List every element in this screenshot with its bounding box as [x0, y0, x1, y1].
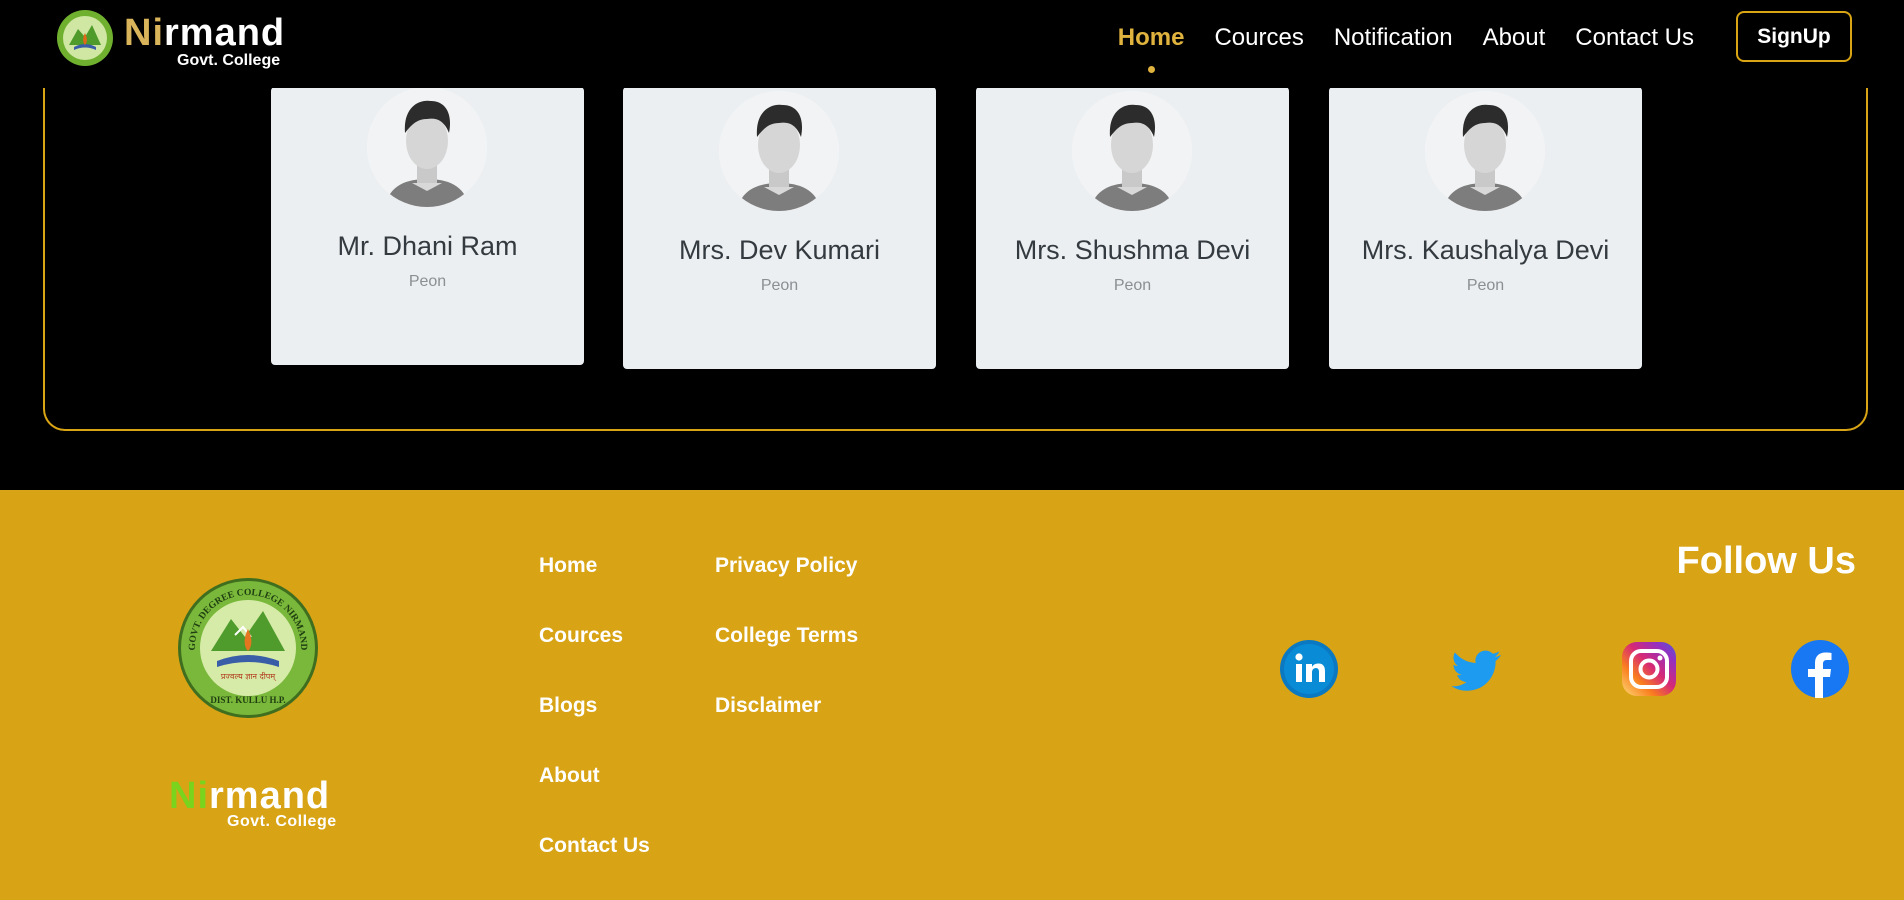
- facebook-icon[interactable]: [1790, 639, 1850, 699]
- staff-name: Mrs. Shushma Devi: [1014, 235, 1251, 265]
- staff-name: Mrs. Kaushalya Devi: [1361, 235, 1610, 265]
- footer-link-contact-us[interactable]: Contact Us: [539, 834, 650, 858]
- footer-brand-suffix: rmand: [209, 775, 331, 817]
- nav-contact-us[interactable]: Contact Us: [1560, 22, 1709, 62]
- person-placeholder-icon: [367, 87, 487, 207]
- staff-card: Mr. Dhani Ram Peon: [271, 87, 584, 365]
- college-seal-icon: [57, 10, 113, 66]
- site-header: Nirmand Govt. College Home Cources Notif…: [0, 0, 1904, 88]
- follow-us-title: Follow Us: [1676, 540, 1856, 582]
- footer-brand-subtitle: Govt. College: [227, 813, 337, 830]
- footer-link-blogs[interactable]: Blogs: [539, 694, 597, 718]
- avatar: [719, 91, 839, 211]
- avatar: [367, 87, 487, 207]
- nav-notification[interactable]: Notification: [1319, 22, 1468, 62]
- brand-prefix: Ni: [124, 12, 164, 54]
- footer-link-privacy-policy[interactable]: Privacy Policy: [715, 554, 857, 578]
- avatar: [1072, 91, 1192, 211]
- footer-link-college-terms[interactable]: College Terms: [715, 624, 858, 648]
- signup-button[interactable]: SignUp: [1736, 11, 1852, 62]
- staff-name: Mrs. Dev Kumari: [678, 235, 881, 265]
- staff-card: Mrs. Shushma Devi Peon: [976, 87, 1289, 369]
- person-placeholder-icon: [1072, 91, 1192, 211]
- twitter-icon[interactable]: [1449, 639, 1509, 699]
- footer-link-about[interactable]: About: [539, 764, 600, 788]
- person-placeholder-icon: [1425, 91, 1545, 211]
- staff-card: Mrs. Kaushalya Devi Peon: [1329, 87, 1642, 369]
- staff-role: Peon: [1113, 277, 1152, 294]
- site-footer: GOVT. DEGREE COLLEGE NIRMAND प्रज्वल्य ज…: [0, 490, 1904, 900]
- footer-link-cources[interactable]: Cources: [539, 624, 623, 648]
- brand-suffix: rmand: [164, 12, 286, 54]
- staff-role: Peon: [1466, 277, 1505, 294]
- brand-name: Nirmand: [124, 13, 285, 53]
- footer-brand-prefix: Ni: [169, 775, 209, 817]
- college-seal-icon: GOVT. DEGREE COLLEGE NIRMAND प्रज्वल्य ज…: [178, 578, 318, 718]
- avatar: [1425, 91, 1545, 211]
- main-nav: Home Cources Notification About Contact …: [1103, 22, 1709, 73]
- nav-about[interactable]: About: [1468, 22, 1561, 62]
- header-logo[interactable]: Nirmand Govt. College: [56, 9, 296, 75]
- instagram-icon[interactable]: [1619, 639, 1679, 699]
- brand-subtitle: Govt. College: [177, 52, 281, 69]
- staff-name: Mr. Dhani Ram: [337, 231, 518, 261]
- staff-role: Peon: [408, 273, 447, 290]
- staff-card: Mrs. Dev Kumari Peon: [623, 87, 936, 369]
- linkedin-icon[interactable]: [1279, 639, 1339, 699]
- person-placeholder-icon: [719, 91, 839, 211]
- nav-home[interactable]: Home: [1103, 22, 1200, 73]
- seal-motto: प्रज्वल्य ज्ञान दीपम्: [221, 671, 277, 682]
- nav-cources[interactable]: Cources: [1199, 22, 1318, 62]
- seal-bottom-text: DIST. KULLU H.P.: [210, 695, 285, 705]
- footer-link-home[interactable]: Home: [539, 554, 597, 578]
- staff-role: Peon: [760, 277, 799, 294]
- footer-link-disclaimer[interactable]: Disclaimer: [715, 694, 821, 718]
- footer-brand-name: Nirmand: [169, 775, 330, 818]
